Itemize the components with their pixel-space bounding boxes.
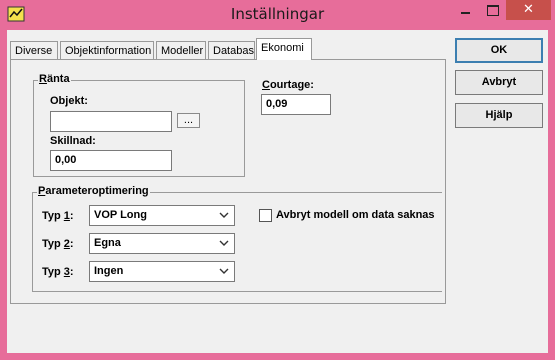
ranta-legend-accesskey: R bbox=[39, 73, 47, 85]
param-legend-text: arameteroptimering bbox=[45, 185, 149, 197]
tab-diverse[interactable]: Diverse bbox=[10, 41, 58, 59]
objekt-browse-button[interactable]: ... bbox=[177, 113, 200, 128]
courtage-label: Courtage: bbox=[262, 79, 314, 91]
chevron-down-icon bbox=[219, 212, 229, 218]
typ3-value: Ingen bbox=[94, 265, 124, 277]
window-border-left bbox=[0, 30, 7, 360]
typ3-label: Typ 3: bbox=[42, 266, 74, 278]
close-button[interactable]: ✕ bbox=[506, 0, 551, 20]
window-border-bottom bbox=[0, 353, 555, 360]
chevron-down-icon bbox=[219, 268, 229, 274]
maximize-icon bbox=[487, 5, 499, 16]
tab-panel-ekonomi: Ränta Objekt: ... Skillnad: 0,00 Courtag… bbox=[10, 59, 446, 304]
tab-databas[interactable]: Databas bbox=[208, 41, 255, 59]
typ2-select[interactable]: Egna bbox=[89, 233, 235, 254]
courtage-accesskey: C bbox=[262, 79, 270, 91]
typ2-colon: : bbox=[69, 238, 74, 250]
typ2-label-text: Typ bbox=[42, 238, 64, 250]
param-legend: Parameteroptimering bbox=[37, 185, 150, 197]
typ2-value: Egna bbox=[94, 237, 121, 249]
minimize-icon bbox=[461, 12, 470, 14]
typ2-label: Typ 2: bbox=[42, 238, 74, 250]
abort-missing-data-label[interactable]: Avbryt modell om data saknas bbox=[276, 209, 435, 221]
param-bottom-rule bbox=[32, 291, 442, 292]
help-button[interactable]: Hjälp bbox=[455, 103, 543, 128]
ok-button[interactable]: OK bbox=[455, 38, 543, 63]
typ1-value: VOP Long bbox=[94, 209, 147, 221]
ranta-legend-text: änta bbox=[46, 73, 70, 85]
typ1-label-text: Typ bbox=[42, 210, 64, 222]
window-border-right bbox=[548, 30, 555, 360]
dialog-window: Inställningar ✕ Diverse Objektinformatio… bbox=[0, 0, 555, 360]
minimize-button[interactable] bbox=[452, 0, 479, 20]
courtage-input[interactable]: 0,09 bbox=[261, 94, 331, 115]
tab-ekonomi[interactable]: Ekonomi bbox=[256, 38, 312, 60]
ranta-legend: Ränta bbox=[38, 73, 71, 85]
skillnad-label: Skillnad: bbox=[50, 135, 96, 147]
typ3-select[interactable]: Ingen bbox=[89, 261, 235, 282]
tab-modeller[interactable]: Modeller bbox=[156, 41, 206, 59]
title-bar: Inställningar ✕ bbox=[0, 0, 555, 30]
tab-objektinformation[interactable]: Objektinformation bbox=[60, 41, 154, 59]
typ3-colon: : bbox=[69, 266, 74, 278]
cancel-button[interactable]: Avbryt bbox=[455, 70, 543, 95]
typ1-colon: : bbox=[69, 210, 74, 222]
typ1-select[interactable]: VOP Long bbox=[89, 205, 235, 226]
param-left-rule bbox=[32, 192, 33, 291]
abort-missing-data-checkbox[interactable] bbox=[259, 209, 272, 222]
chevron-down-icon bbox=[219, 240, 229, 246]
courtage-label-text: ourtage: bbox=[269, 79, 314, 91]
close-icon: ✕ bbox=[523, 2, 534, 17]
objekt-label: Objekt: bbox=[50, 95, 88, 107]
typ3-label-text: Typ bbox=[42, 266, 64, 278]
objekt-input[interactable] bbox=[50, 111, 172, 132]
maximize-button[interactable] bbox=[479, 0, 506, 20]
skillnad-input[interactable]: 0,00 bbox=[50, 150, 172, 171]
typ1-label: Typ 1: bbox=[42, 210, 74, 222]
